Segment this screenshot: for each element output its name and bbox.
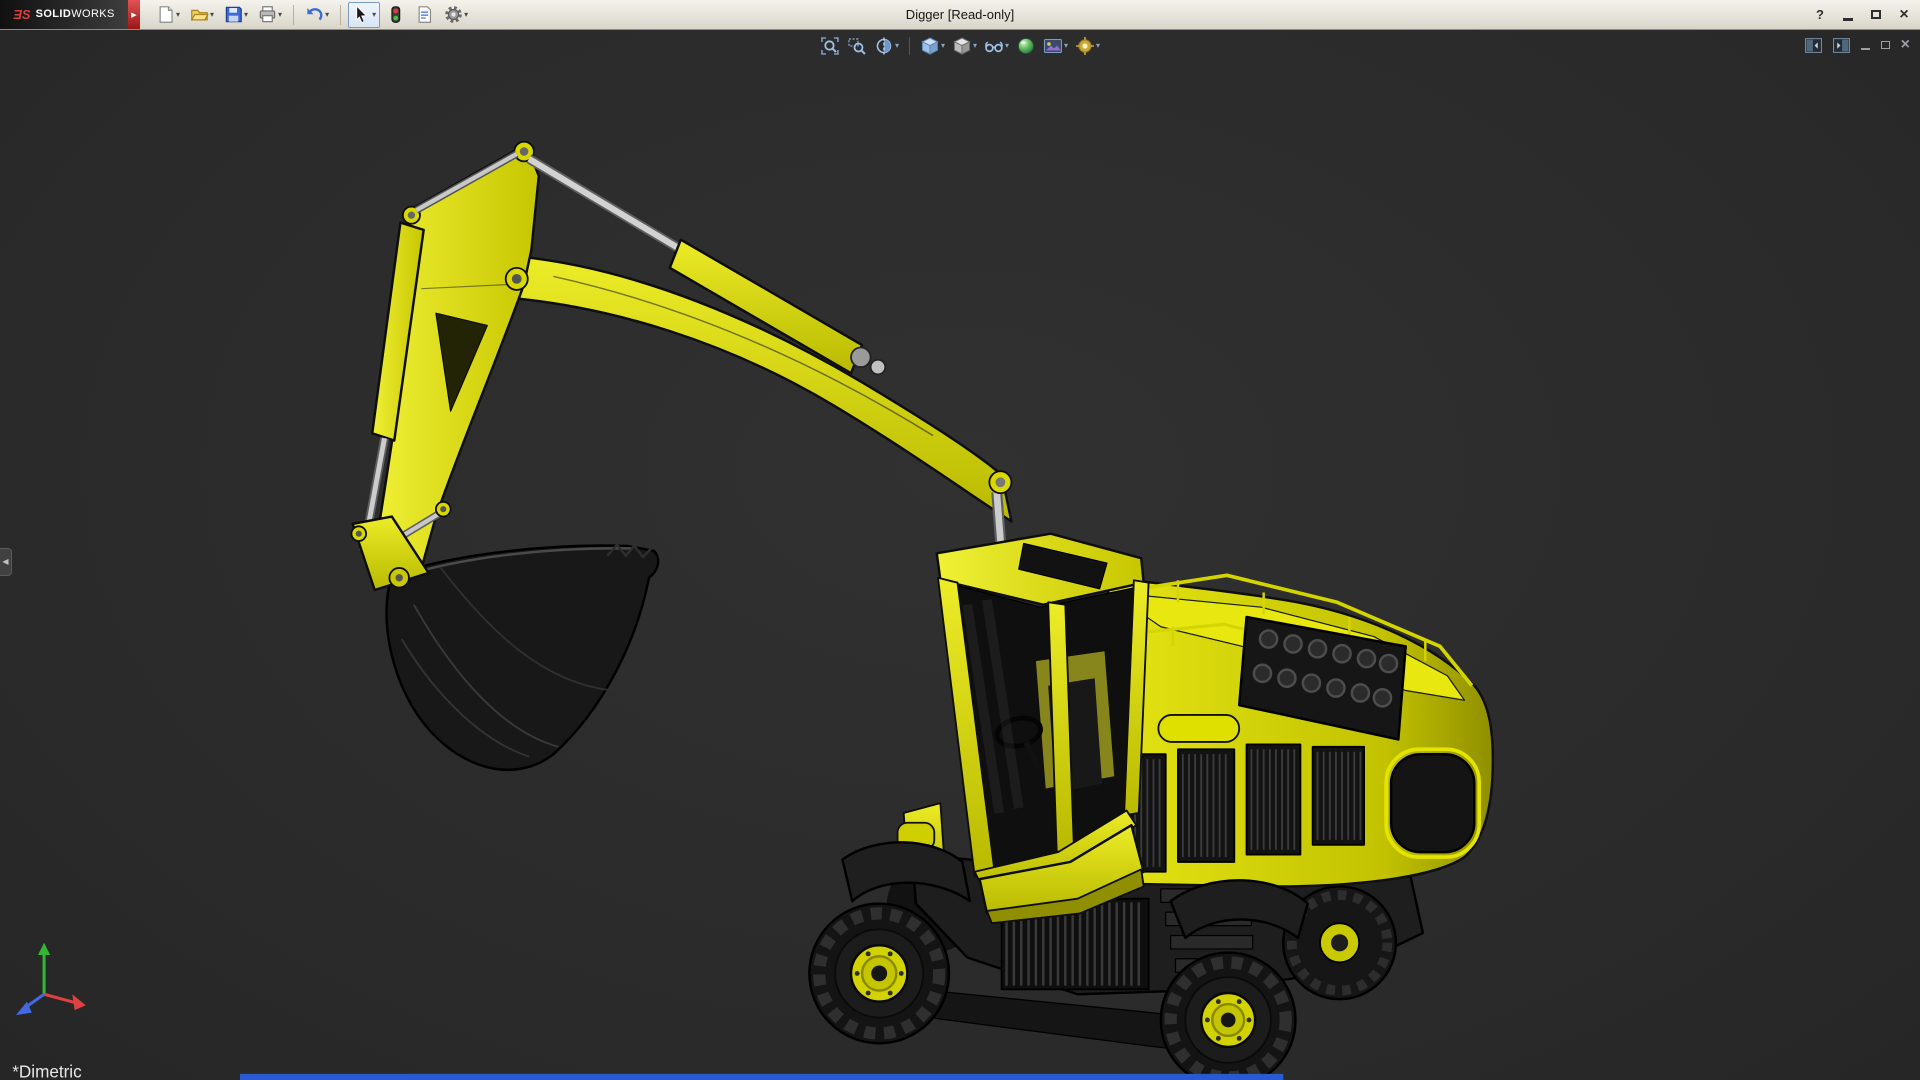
menu-expand-icon: ▶ [131, 11, 136, 19]
document-window-controls: × [1805, 36, 1910, 54]
save-floppy-icon [224, 5, 243, 24]
display-style-icon [952, 36, 972, 56]
zoom-to-fit-button[interactable] [820, 36, 840, 56]
display-style-button[interactable]: ▾ [952, 36, 977, 56]
open-button[interactable]: ▾ [186, 2, 218, 28]
view-settings-button[interactable]: ▾ [1075, 36, 1100, 56]
new-document-icon [156, 5, 175, 24]
options-button[interactable]: ▾ [440, 2, 472, 28]
toolbar-separator [340, 5, 341, 25]
solidworks-logo-icon: ƎS [13, 8, 30, 21]
pane-right-icon [1833, 38, 1850, 53]
rebuild-trafficlight-icon [386, 5, 405, 24]
graphics-viewport: *Dimetric ▾ [0, 29, 1920, 1080]
toolbar-separator [293, 5, 294, 25]
boom-assembly [351, 142, 1011, 770]
pane-left-button[interactable] [1805, 38, 1822, 53]
main-toolbar: ▾ ▾ ▾ ▾ ▾ [152, 2, 472, 28]
section-view-icon [874, 36, 894, 56]
menu-expand-arrow[interactable]: ▶ [128, 0, 140, 29]
close-document-button[interactable]: × [1901, 36, 1910, 54]
select-tool-button[interactable]: ▾ [348, 2, 380, 28]
title-bar: ƎS SOLIDWORKS ▶ ▾ ▾ ▾ [0, 0, 1920, 30]
apply-scene-button[interactable]: ▾ [1043, 36, 1068, 56]
solidworks-logo-text: SOLIDWORKS [36, 9, 115, 20]
graphics-area[interactable]: *Dimetric [0, 29, 1920, 1080]
edit-appearance-button[interactable] [1016, 36, 1036, 56]
hide-show-items-button[interactable]: ▾ [984, 36, 1009, 56]
hide-show-items-icon [984, 36, 1004, 56]
edit-appearance-icon [1016, 36, 1036, 56]
new-document-button[interactable]: ▾ [152, 2, 184, 28]
engine-house [1100, 575, 1493, 886]
minimize-document-button[interactable] [1861, 40, 1870, 50]
view-orientation-label: *Dimetric [12, 1062, 82, 1080]
solidworks-logo: ƎS SOLIDWORKS [0, 0, 128, 29]
section-view-button[interactable]: ▾ [874, 36, 899, 56]
window-controls: ? × [1812, 0, 1912, 29]
solidworks-window: { "window": { "title": "Digger [Read-onl… [0, 0, 1920, 1080]
select-cursor-icon [352, 5, 371, 24]
file-properties-button[interactable] [411, 2, 438, 28]
undo-button[interactable]: ▾ [301, 2, 333, 28]
orientation-triad [16, 943, 86, 1015]
help-button[interactable]: ? [1812, 6, 1828, 24]
restore-button[interactable] [1868, 6, 1884, 24]
front-left-wheel [809, 904, 949, 1044]
restore-document-button[interactable] [1881, 41, 1890, 49]
view-orientation-icon [920, 36, 940, 56]
minimize-document-icon [1861, 48, 1870, 50]
print-icon [258, 5, 277, 24]
bucket [387, 545, 659, 770]
pane-right-button[interactable] [1833, 38, 1850, 53]
options-gear-icon [444, 5, 463, 24]
minimize-button[interactable] [1840, 6, 1856, 24]
rear-panel-inset [1391, 754, 1474, 852]
view-orientation-button[interactable]: ▾ [920, 36, 945, 56]
window-title: Digger [Read-only] [906, 0, 1014, 29]
close-button[interactable]: × [1896, 6, 1912, 24]
save-button[interactable]: ▾ [220, 2, 252, 28]
deck-cylinder [1158, 715, 1239, 742]
file-properties-icon [415, 5, 434, 24]
print-button[interactable]: ▾ [254, 2, 286, 28]
restore-document-icon [1881, 41, 1890, 49]
heads-up-view-toolbar: ▾ ▾ ▾ ▾ [820, 36, 1100, 56]
minimize-icon [1843, 18, 1853, 21]
zoom-to-fit-icon [820, 36, 840, 56]
apply-scene-icon [1043, 36, 1063, 56]
view-settings-icon [1075, 36, 1095, 56]
open-folder-icon [190, 5, 209, 24]
digger-model[interactable] [351, 142, 1492, 1080]
panel-collapse-arrow[interactable]: ◀ [0, 548, 12, 576]
pane-left-icon [1805, 38, 1822, 53]
restore-icon [1871, 10, 1881, 19]
front-right-wheel [1161, 953, 1296, 1080]
zoom-to-area-icon [847, 36, 867, 56]
taskbar-strip[interactable] [240, 1074, 1283, 1080]
undo-icon [305, 5, 324, 24]
zoom-to-area-button[interactable] [847, 36, 867, 56]
hud-separator [909, 37, 910, 55]
rebuild-button[interactable] [382, 2, 409, 28]
